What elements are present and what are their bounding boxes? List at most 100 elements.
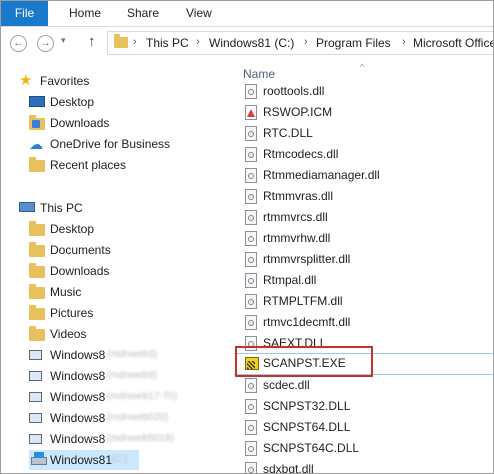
tab-view[interactable]: View [186,1,212,26]
nav-item-label: Windows8 [50,369,106,383]
dll-file-icon [245,189,257,204]
nav-network-drive[interactable]: Windows8 (mdnweb3) [29,345,219,365]
breadcrumb-drive[interactable]: Windows81 (C:) [209,36,294,50]
dll-file-icon [245,126,257,141]
nav-network-drive[interactable]: Windows8 (mdnweb5018) [29,429,219,449]
file-row[interactable]: SCNPST32.DLL [234,396,493,417]
nav-item-blurred-label: (mdnweb17-70) [107,391,178,402]
nav-pc-downloads[interactable]: Downloads [29,261,219,281]
dll-file-icon [245,420,257,435]
file-row[interactable]: rtmvc1decmft.dll [234,312,493,333]
file-row[interactable]: Rtmpal.dll [234,270,493,291]
recent-locations-button[interactable]: ▾ [61,35,66,46]
breadcrumb-separator-icon: › [402,36,406,48]
file-name: Rtmmediamanager.dll [263,168,380,182]
nav-network-drive[interactable]: Windows8 (mdnweb9) [29,366,219,386]
nav-item-label: Pictures [50,306,94,320]
file-row[interactable]: scdec.dll [234,375,493,396]
nav-local-drive[interactable]: Windows81 (C:) [29,450,139,470]
color-profile-file-icon [245,105,257,120]
nav-favorites-recent[interactable]: Recent places [29,155,219,175]
folder-icon [29,326,45,341]
dll-file-icon [245,84,257,99]
nav-this-pc-label: This PC [40,201,83,215]
file-row[interactable]: rtmmvrsplitter.dll [234,249,493,270]
forward-arrow-icon: → [40,37,51,49]
folder-icon [29,305,45,320]
nav-item-label: Windows81 [50,453,113,467]
nav-pc-pictures[interactable]: Pictures [29,303,219,323]
nav-favorites-onedrive[interactable]: ☁ OneDrive for Business [29,134,219,154]
file-row[interactable]: SCNPST64.DLL [234,417,493,438]
network-drive-icon [29,413,42,423]
address-bar[interactable]: › This PC › Windows81 (C:) › Program Fil… [107,31,493,55]
chevron-down-icon: ▾ [61,35,66,45]
file-name: SCNPST64.DLL [263,420,351,434]
network-drive-icon [29,434,42,444]
downloads-folder-icon [29,115,45,130]
nav-favorites-label: Favorites [40,74,90,88]
breadcrumb-separator-icon: › [304,36,308,48]
nav-pc-documents[interactable]: Documents [29,240,219,260]
nav-pc-videos[interactable]: Videos [29,324,219,344]
nav-network-drive[interactable]: Windows8 (mdnweb020) [29,408,219,428]
up-arrow-icon: ↑ [88,33,96,50]
nav-item-label: Music [50,285,82,299]
nav-pc-desktop[interactable]: Desktop [29,219,219,239]
file-name: RTC.DLL [263,126,313,140]
nav-favorites-desktop[interactable]: Desktop [29,92,219,112]
dll-file-icon [245,147,257,162]
nav-item-blurred-label: (mdnweb3) [107,349,158,360]
file-row[interactable]: Rtmmediamanager.dll [234,165,493,186]
nav-item-label: Downloads [50,264,110,278]
file-row[interactable]: Rtmcodecs.dll [234,144,493,165]
breadcrumb-program-files[interactable]: Program Files [316,36,391,50]
nav-this-pc[interactable]: This PC [19,198,219,218]
file-name: Rtmpal.dll [263,273,317,287]
computer-icon [19,202,35,212]
ribbon-tabs: File Home Share View [1,1,493,27]
back-button[interactable]: ← [10,35,27,52]
dll-file-icon [245,315,257,330]
file-name: rtmvc1decmft.dll [263,315,351,329]
tab-share[interactable]: Share [127,1,159,26]
nav-item-label: Documents [50,243,111,257]
nav-item-label: Desktop [50,95,95,109]
navigation-bar: ← → ▾ ↑ › This PC › Windows81 (C:) › Pro… [1,27,493,60]
breadcrumb-this-pc[interactable]: This PC [146,36,189,50]
network-drive-icon [29,371,42,381]
breadcrumb-microsoft-office[interactable]: Microsoft Office [413,36,493,50]
nav-item-label: Downloads [50,116,110,130]
dll-file-icon [245,441,257,456]
file-row[interactable]: RTC.DLL [234,123,493,144]
column-name-label: Name [243,67,276,81]
file-row[interactable]: sdxbgt.dll [234,459,493,474]
file-row[interactable]: RTMPLTFM.dll [234,291,493,312]
nav-favorites[interactable]: ★ Favorites [19,71,219,91]
file-name: rtmmvrsplitter.dll [263,252,351,266]
column-header-name[interactable]: Name ^ [234,61,493,83]
nav-item-label: Windows8 [50,348,106,362]
nav-pc-music[interactable]: Music [29,282,219,302]
nav-item-blurred-label: (C:) [111,454,128,465]
file-row[interactable]: Rtmmvras.dll [234,186,493,207]
file-name: sdxbgt.dll [263,462,314,474]
nav-network-drive[interactable]: Windows8 (mdnweb17-70) [29,387,219,407]
nav-favorites-downloads[interactable]: Downloads [29,113,219,133]
forward-button[interactable]: → [37,35,54,52]
network-drive-icon [29,350,42,360]
file-row[interactable]: rtmmvrcs.dll [234,207,493,228]
folder-icon [29,284,45,299]
file-name: scdec.dll [263,378,310,392]
file-row[interactable]: SCNPST64C.DLL [234,438,493,459]
dll-file-icon [245,273,257,288]
up-button[interactable]: ↑ [88,33,96,50]
file-row[interactable]: RSWOP.ICM [234,102,493,123]
nav-item-label: Windows8 [50,432,106,446]
file-row[interactable]: rtmmvrhw.dll [234,228,493,249]
back-arrow-icon: ← [13,37,24,49]
tab-file[interactable]: File [1,1,48,26]
file-row[interactable]: roottools.dll [234,81,493,102]
folder-icon [29,263,45,278]
tab-home[interactable]: Home [69,1,101,26]
